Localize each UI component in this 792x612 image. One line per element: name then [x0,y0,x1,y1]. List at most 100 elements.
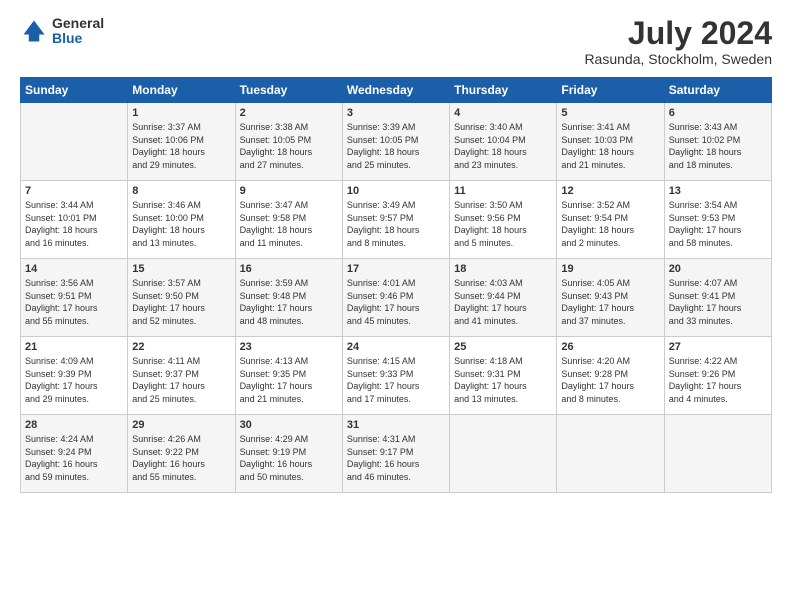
day-info: Sunrise: 4:11 AMSunset: 9:37 PMDaylight:… [132,355,230,405]
day-info: Sunrise: 4:07 AMSunset: 9:41 PMDaylight:… [669,277,767,327]
day-cell: 31Sunrise: 4:31 AMSunset: 9:17 PMDayligh… [342,415,449,493]
week-row-0: 1Sunrise: 3:37 AMSunset: 10:06 PMDayligh… [21,103,772,181]
day-info: Sunrise: 4:29 AMSunset: 9:19 PMDaylight:… [240,433,338,483]
week-row-4: 28 Sunrise: 4:24 AMSunset: 9:24 PMDayligh… [21,415,772,493]
day-cell: 29 Sunrise: 4:26 AMSunset: 9:22 PMDayligh… [128,415,235,493]
day-cell: 18 Sunrise: 4:03 AMSunset: 9:44 PMDayligh… [450,259,557,337]
calendar-header: Sunday Monday Tuesday Wednesday Thursday… [21,78,772,103]
day-info: Sunrise: 3:46 AMSunset: 10:00 PMDaylight… [132,199,230,249]
day-info: Sunrise: 4:03 AMSunset: 9:44 PMDaylight:… [454,277,552,327]
day-info: Sunrise: 3:44 AMSunset: 10:01 PMDaylight… [25,199,123,249]
week-row-1: 7 Sunrise: 3:44 AMSunset: 10:01 PMDayligh… [21,181,772,259]
day-info: Sunrise: 4:26 AMSunset: 9:22 PMDaylight:… [132,433,230,483]
day-info: Sunrise: 3:59 AMSunset: 9:48 PMDaylight:… [240,277,338,327]
day-number: 29 [132,419,230,431]
day-number: 22 [132,341,230,353]
day-info: Sunrise: 4:13 AMSunset: 9:35 PMDaylight:… [240,355,338,405]
day-number: 13 [669,185,767,197]
day-cell [557,415,664,493]
day-cell: 19Sunrise: 4:05 AMSunset: 9:43 PMDayligh… [557,259,664,337]
day-info: Sunrise: 3:38 AMSunset: 10:05 PMDaylight… [240,121,338,171]
day-cell: 15 Sunrise: 3:57 AMSunset: 9:50 PMDayligh… [128,259,235,337]
day-info: Sunrise: 3:40 AMSunset: 10:04 PMDaylight… [454,121,552,171]
page: General Blue July 2024 Rasunda, Stockhol… [0,0,792,612]
col-monday: Monday [128,78,235,103]
day-info: Sunrise: 4:24 AMSunset: 9:24 PMDaylight:… [25,433,123,483]
day-number: 26 [561,341,659,353]
day-number: 7 [25,185,123,197]
day-cell: 21 Sunrise: 4:09 AMSunset: 9:39 PMDayligh… [21,337,128,415]
day-info: Sunrise: 3:49 AMSunset: 9:57 PMDaylight:… [347,199,445,249]
day-cell [664,415,771,493]
day-cell: 4 Sunrise: 3:40 AMSunset: 10:04 PMDayligh… [450,103,557,181]
header: General Blue July 2024 Rasunda, Stockhol… [20,16,772,67]
day-number: 12 [561,185,659,197]
day-info: Sunrise: 4:20 AMSunset: 9:28 PMDaylight:… [561,355,659,405]
day-cell: 20Sunrise: 4:07 AMSunset: 9:41 PMDayligh… [664,259,771,337]
day-number: 18 [454,263,552,275]
day-cell: 12Sunrise: 3:52 AMSunset: 9:54 PMDayligh… [557,181,664,259]
day-number: 30 [240,419,338,431]
logo-blue-text: Blue [52,31,104,46]
day-number: 4 [454,107,552,119]
day-number: 8 [132,185,230,197]
day-number: 2 [240,107,338,119]
day-info: Sunrise: 3:56 AMSunset: 9:51 PMDaylight:… [25,277,123,327]
month-title: July 2024 [584,16,772,51]
day-number: 21 [25,341,123,353]
week-row-2: 14 Sunrise: 3:56 AMSunset: 9:51 PMDayligh… [21,259,772,337]
day-cell: 3Sunrise: 3:39 AMSunset: 10:05 PMDayligh… [342,103,449,181]
day-info: Sunrise: 3:47 AMSunset: 9:58 PMDaylight:… [240,199,338,249]
day-cell: 7 Sunrise: 3:44 AMSunset: 10:01 PMDayligh… [21,181,128,259]
day-info: Sunrise: 4:22 AMSunset: 9:26 PMDaylight:… [669,355,767,405]
day-number: 31 [347,419,445,431]
day-number: 11 [454,185,552,197]
logo-text: General Blue [52,16,104,47]
day-cell: 17Sunrise: 4:01 AMSunset: 9:46 PMDayligh… [342,259,449,337]
location-subtitle: Rasunda, Stockholm, Sweden [584,51,772,67]
day-info: Sunrise: 4:01 AMSunset: 9:46 PMDaylight:… [347,277,445,327]
day-cell: 28 Sunrise: 4:24 AMSunset: 9:24 PMDayligh… [21,415,128,493]
day-cell: 24Sunrise: 4:15 AMSunset: 9:33 PMDayligh… [342,337,449,415]
day-cell: 14 Sunrise: 3:56 AMSunset: 9:51 PMDayligh… [21,259,128,337]
logo-general-text: General [52,16,104,31]
day-info: Sunrise: 3:43 AMSunset: 10:02 PMDaylight… [669,121,767,171]
day-cell: 10 Sunrise: 3:49 AMSunset: 9:57 PMDayligh… [342,181,449,259]
day-info: Sunrise: 3:57 AMSunset: 9:50 PMDaylight:… [132,277,230,327]
day-cell: 23Sunrise: 4:13 AMSunset: 9:35 PMDayligh… [235,337,342,415]
calendar-body: 1Sunrise: 3:37 AMSunset: 10:06 PMDayligh… [21,103,772,493]
day-info: Sunrise: 4:15 AMSunset: 9:33 PMDaylight:… [347,355,445,405]
day-number: 25 [454,341,552,353]
col-tuesday: Tuesday [235,78,342,103]
calendar-table: Sunday Monday Tuesday Wednesday Thursday… [20,77,772,493]
day-cell: 25 Sunrise: 4:18 AMSunset: 9:31 PMDayligh… [450,337,557,415]
day-number: 9 [240,185,338,197]
day-number: 27 [669,341,767,353]
day-number: 16 [240,263,338,275]
day-cell: 5Sunrise: 3:41 AMSunset: 10:03 PMDayligh… [557,103,664,181]
day-number: 5 [561,107,659,119]
day-cell: 6Sunrise: 3:43 AMSunset: 10:02 PMDayligh… [664,103,771,181]
day-cell: 11 Sunrise: 3:50 AMSunset: 9:56 PMDayligh… [450,181,557,259]
day-number: 15 [132,263,230,275]
day-cell: 22 Sunrise: 4:11 AMSunset: 9:37 PMDayligh… [128,337,235,415]
day-cell: 13Sunrise: 3:54 AMSunset: 9:53 PMDayligh… [664,181,771,259]
col-friday: Friday [557,78,664,103]
logo-icon [20,17,48,45]
day-cell: 9 Sunrise: 3:47 AMSunset: 9:58 PMDaylight… [235,181,342,259]
day-number: 10 [347,185,445,197]
week-row-3: 21 Sunrise: 4:09 AMSunset: 9:39 PMDayligh… [21,337,772,415]
day-info: Sunrise: 4:09 AMSunset: 9:39 PMDaylight:… [25,355,123,405]
col-sunday: Sunday [21,78,128,103]
day-info: Sunrise: 4:18 AMSunset: 9:31 PMDaylight:… [454,355,552,405]
day-cell: 16 Sunrise: 3:59 AMSunset: 9:48 PMDayligh… [235,259,342,337]
day-cell [450,415,557,493]
logo: General Blue [20,16,104,47]
title-block: July 2024 Rasunda, Stockholm, Sweden [584,16,772,67]
header-row: Sunday Monday Tuesday Wednesday Thursday… [21,78,772,103]
day-cell: 2 Sunrise: 3:38 AMSunset: 10:05 PMDayligh… [235,103,342,181]
day-number: 14 [25,263,123,275]
day-cell: 27 Sunrise: 4:22 AMSunset: 9:26 PMDayligh… [664,337,771,415]
day-info: Sunrise: 3:50 AMSunset: 9:56 PMDaylight:… [454,199,552,249]
day-number: 28 [25,419,123,431]
